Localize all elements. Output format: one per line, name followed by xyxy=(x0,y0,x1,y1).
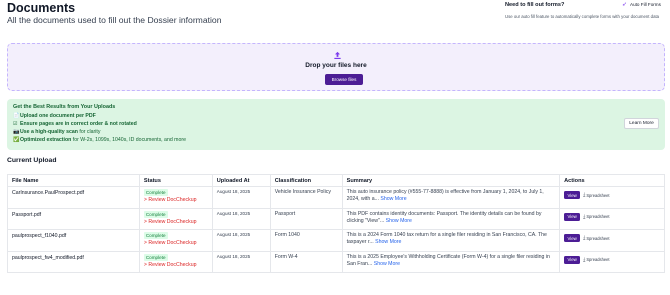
status-badge: Complete xyxy=(143,232,168,239)
classification: Form W-4 xyxy=(274,253,298,260)
tip-item: 📄Upload one document per PDF xyxy=(13,113,96,119)
download-icon: ⤓ xyxy=(583,192,586,198)
file-name: paulprospect_fw4_modified.pdf xyxy=(12,254,84,261)
spreadsheet-label: Spreadsheet xyxy=(586,214,610,219)
spreadsheet-button[interactable]: ⤓ Spreadsheet xyxy=(583,214,609,220)
status-badge: Complete xyxy=(143,189,168,196)
column-header: Summary xyxy=(341,174,561,187)
autofill-panel: Need to fill out forms? ➶ Auto Fill Form… xyxy=(505,1,665,19)
summary-text: This PDF contains identity documents: Pa… xyxy=(347,211,556,225)
file-name: Passport.pdf xyxy=(12,211,42,218)
check-icon: ✅ xyxy=(13,137,20,143)
file-dropzone[interactable]: Drop your files here Browse files xyxy=(7,43,665,91)
spreadsheet-label: Spreadsheet xyxy=(586,235,610,241)
checkbox-icon: ☑ xyxy=(13,121,18,127)
view-button[interactable]: View xyxy=(564,191,581,199)
column-header: Classification xyxy=(269,174,343,187)
show-more-link[interactable]: Show More xyxy=(380,196,406,202)
column-header: File Name xyxy=(7,174,140,187)
auto-fill-forms-label: Auto Fill Forms xyxy=(630,2,661,7)
summary-text: This auto insurance policy (#555-77-8888… xyxy=(347,189,556,203)
tip-item: ☑ Ensure pages are in correct order & not… xyxy=(13,121,137,127)
download-icon: ⤓ xyxy=(583,235,586,241)
classification: Vehicle Insurance Policy xyxy=(274,189,331,195)
tip-bold: Use a high-quality scan xyxy=(20,129,78,135)
tip-bold: Optimized extraction xyxy=(20,137,72,143)
table-row: paulprospect_f1040.pdf Complete > Review … xyxy=(7,229,665,252)
table-row: CarInsurance.PaulProspect.pdf Complete > … xyxy=(7,186,665,209)
status-badge: Complete xyxy=(143,210,168,218)
spreadsheet-button[interactable]: ⤓ Spreadsheet xyxy=(583,192,609,198)
summary-text: This is a 2025 Employee's Withholding Ce… xyxy=(347,254,556,268)
spreadsheet-button[interactable]: ⤓ Spreadsheet xyxy=(583,235,609,241)
show-more-link[interactable]: Show More xyxy=(386,218,412,224)
learn-more-button[interactable]: Learn More xyxy=(624,118,659,129)
tip-bold: Upload one document per PDF xyxy=(20,113,96,119)
tip-item: ✅Optimized extraction for W-2s, 1099s, 1… xyxy=(13,137,186,143)
review-doccheckup-link[interactable]: > Review DocCheckup xyxy=(144,197,208,203)
spreadsheet-button[interactable]: ⤓ Spreadsheet xyxy=(583,257,609,263)
page-title: Documents xyxy=(7,1,76,15)
document-icon: 📄 xyxy=(13,113,20,119)
upload-tips-panel: Get the Best Results from Your Uploads 📄… xyxy=(7,99,665,150)
camera-icon: 📷 xyxy=(13,129,20,135)
view-button[interactable]: View xyxy=(564,255,581,264)
auto-fill-forms-button[interactable]: ➶ Auto Fill Forms xyxy=(622,1,661,8)
show-more-link[interactable]: Show More xyxy=(375,239,401,245)
column-header: Actions xyxy=(559,174,665,187)
classification: Form 1040 xyxy=(274,232,300,238)
browse-files-button[interactable]: Browse files xyxy=(325,74,363,85)
review-doccheckup-link[interactable]: > Review DocCheckup xyxy=(144,240,208,246)
review-doccheckup-link[interactable]: > Review DocCheckup xyxy=(144,262,208,268)
spreadsheet-label: Spreadsheet xyxy=(586,257,610,262)
rocket-icon: ➶ xyxy=(622,2,628,8)
table-row: Passport.pdf Complete > Review DocCheckup… xyxy=(7,207,665,230)
tips-title: Get the Best Results from Your Uploads xyxy=(13,104,116,110)
view-button[interactable]: View xyxy=(564,212,581,221)
download-icon: ⤓ xyxy=(583,256,586,263)
status-badge: Complete xyxy=(143,253,168,261)
tip-bold: Ensure pages are in correct order & not … xyxy=(20,121,137,127)
uploads-table: File Name Status Uploaded At Classificat… xyxy=(7,174,665,273)
current-upload-title: Current Upload xyxy=(7,157,57,164)
show-more-link[interactable]: Show More xyxy=(374,261,400,267)
tip-item: 📷Use a high-quality scan for clarity xyxy=(13,129,100,135)
spreadsheet-label: Spreadsheet xyxy=(586,192,610,198)
summary-body: This auto insurance policy (#555-77-8888… xyxy=(346,189,544,203)
tip-rest: for W-2s, 1099s, 1040s, ID documents, an… xyxy=(71,137,186,143)
file-name: CarInsurance.PaulProspect.pdf xyxy=(12,190,85,196)
table-header-row: File Name Status Uploaded At Classificat… xyxy=(7,174,665,187)
review-doccheckup-link[interactable]: > Review DocCheckup xyxy=(144,219,208,225)
uploaded-at: August 18, 2025 xyxy=(216,210,251,216)
file-name: paulprospect_f1040.pdf xyxy=(12,233,67,239)
drop-files-text: Drop your files here xyxy=(305,62,367,69)
page-subtitle: All the documents used to fill out the D… xyxy=(7,15,222,25)
upload-icon xyxy=(334,51,341,60)
tip-rest: for clarity xyxy=(77,129,101,135)
classification: Passport xyxy=(274,210,296,217)
download-icon: ⤓ xyxy=(583,213,586,220)
autofill-description: Use our auto fill feature to automatical… xyxy=(505,14,660,19)
uploaded-at: August 18, 2025 xyxy=(216,232,251,237)
summary-text: This is a 2024 Form 1040 tax return for … xyxy=(347,232,556,246)
uploaded-at: August 18, 2025 xyxy=(216,253,251,259)
view-button[interactable]: View xyxy=(564,234,581,242)
page-header: Documents All the documents used to fill… xyxy=(7,1,221,26)
summary-body: This PDF contains identity documents: Pa… xyxy=(346,210,542,224)
uploaded-at: August 18, 2025 xyxy=(216,189,251,194)
column-header: Uploaded At xyxy=(211,174,271,187)
column-header: Status xyxy=(138,174,213,187)
table-row: paulprospect_fw4_modified.pdf Complete > … xyxy=(7,250,665,273)
